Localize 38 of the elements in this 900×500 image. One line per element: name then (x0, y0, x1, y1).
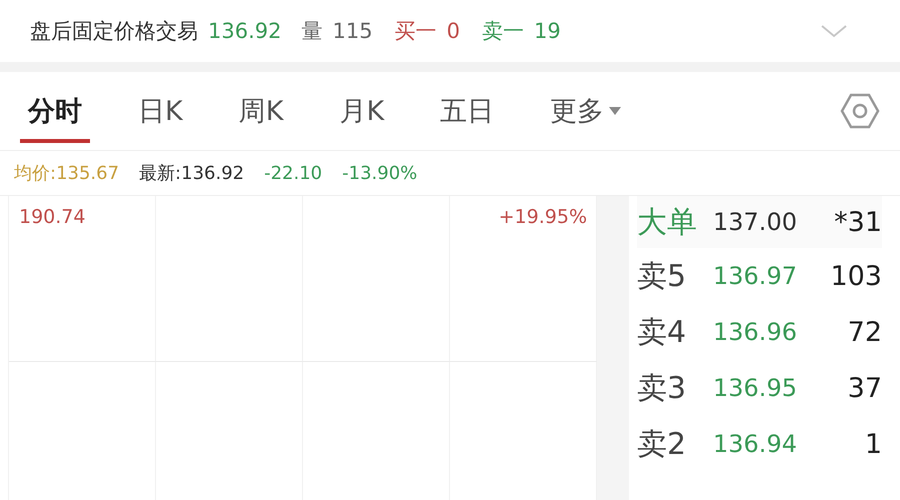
order-price: 136.94 (713, 430, 798, 458)
axis-label: +19.95% (498, 206, 587, 228)
ask-label: 卖一 (482, 18, 524, 45)
order-price: 136.97 (713, 262, 798, 290)
chart-tab[interactable]: 五日 (432, 79, 502, 143)
order-level-label: 卖2 (637, 426, 688, 464)
chart-tab[interactable]: 分时 (20, 79, 90, 143)
volume-label: 量 (301, 18, 322, 45)
chart-tab[interactable]: 月K (331, 79, 392, 143)
average-price: 均价:135.67 (14, 162, 120, 185)
axis-label: 190.74 (19, 206, 86, 228)
caret-icon (608, 106, 622, 116)
order-price: 136.96 (713, 318, 798, 346)
order-volume: *31 (834, 206, 882, 238)
ask-value: 19 (534, 19, 561, 43)
order-level-label: 卖3 (637, 370, 688, 408)
order-price: 136.95 (713, 374, 798, 402)
order-volume: 37 (848, 372, 882, 404)
last-price: 136.92 (208, 19, 282, 43)
volume-value: 115 (332, 19, 373, 43)
bid-value: 0 (446, 19, 460, 43)
chart-tab[interactable]: 更多 (542, 79, 630, 143)
chevron-down-icon[interactable] (820, 23, 848, 39)
order-volume: 72 (848, 316, 882, 348)
order-level-label: 大单 (637, 204, 698, 242)
settings-icon[interactable] (840, 91, 880, 131)
order-volume: 103 (830, 260, 882, 292)
percent-change: -13.90% (342, 162, 418, 184)
bid-label: 买一 (394, 18, 437, 45)
latest-price: 最新:136.92 (139, 162, 244, 185)
order-volume: 1 (864, 428, 882, 460)
session-title: 盘后固定价格交易 (30, 18, 198, 45)
order-level-label: 卖5 (637, 258, 688, 296)
chart-tab[interactable]: 周K (230, 79, 292, 143)
order-level-label: 卖4 (637, 314, 688, 352)
order-price: 137.00 (713, 208, 798, 236)
chart-tab[interactable]: 日K (130, 79, 191, 143)
price-change: -22.10 (264, 162, 322, 184)
